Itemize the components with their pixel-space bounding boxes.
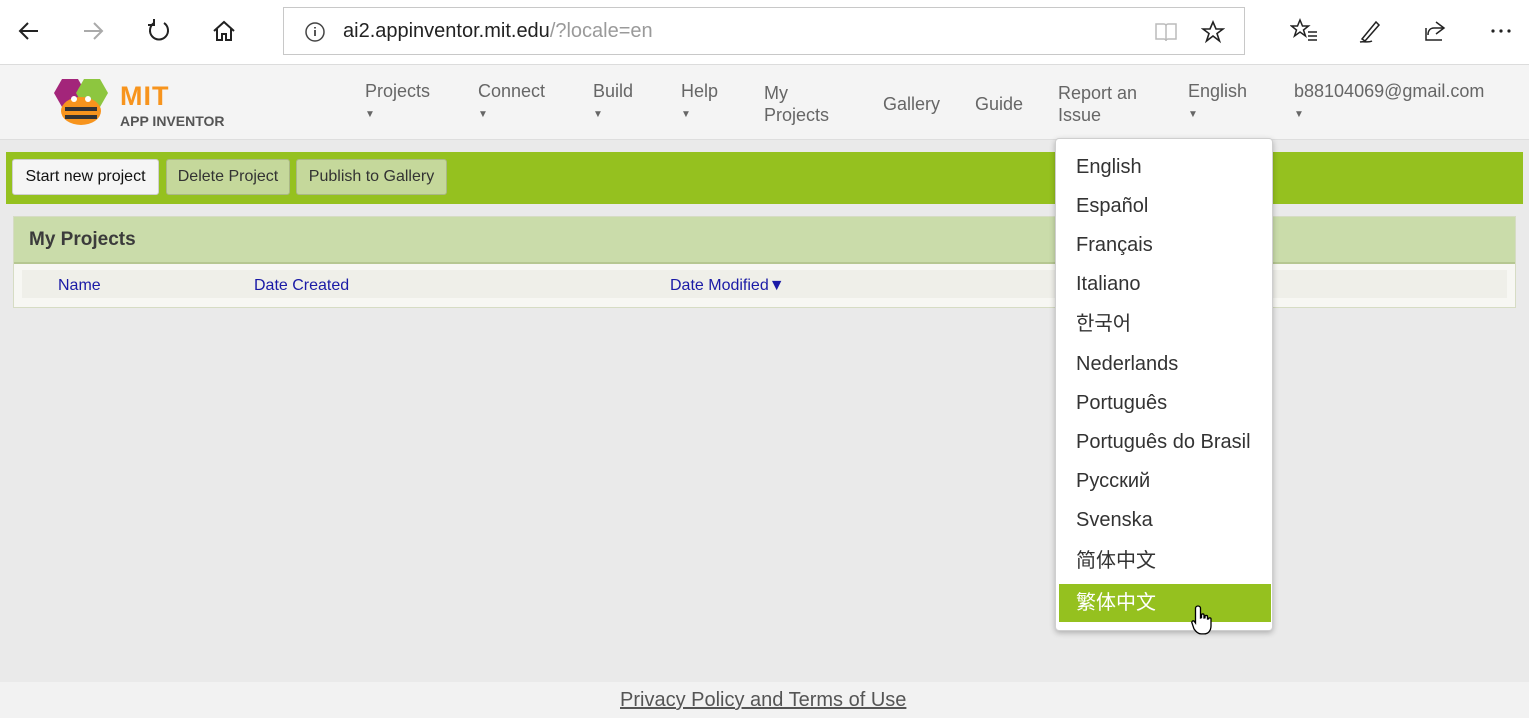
share-icon[interactable]: [1418, 14, 1452, 48]
pen-icon[interactable]: [1353, 14, 1387, 48]
publish-to-gallery-button[interactable]: Publish to Gallery: [296, 159, 447, 195]
hand-pointer-cursor-icon: [1190, 604, 1216, 641]
language-option[interactable]: Português do Brasil: [1059, 423, 1271, 461]
language-option[interactable]: 한국어: [1059, 305, 1271, 343]
url-query: /?locale=en: [549, 20, 653, 42]
nav-account-label: b88104069@gmail.com: [1294, 81, 1485, 101]
nav-report-line1: Report an: [1058, 83, 1138, 103]
nav-gallery-label: Gallery: [883, 94, 941, 114]
logo-mit-text: MIT: [120, 81, 170, 111]
language-option[interactable]: Português: [1059, 384, 1271, 422]
column-name[interactable]: Name: [58, 277, 101, 295]
info-icon[interactable]: [304, 21, 326, 48]
logo-app-inventor-text: APP INVENTOR: [120, 113, 225, 129]
page-footer: Privacy Policy and Terms of Use: [0, 682, 1529, 718]
caret-down-icon: ▼: [593, 109, 603, 120]
nav-language[interactable]: English ▼: [1188, 80, 1247, 126]
language-dropdown-menu: English Español Français Italiano 한국어 Ne…: [1055, 138, 1273, 631]
language-option[interactable]: Nederlands: [1059, 345, 1271, 383]
nav-projects[interactable]: Projects ▼: [365, 80, 430, 126]
nav-gallery[interactable]: Gallery: [883, 93, 940, 115]
privacy-policy-link[interactable]: Privacy Policy and Terms of Use: [620, 689, 906, 712]
app-header: MIT APP INVENTOR Projects ▼ Connect ▼ Bu…: [0, 65, 1529, 140]
nav-help-label: Help: [681, 81, 719, 101]
address-bar[interactable]: ai2.appinventor.mit.edu/?locale=en: [283, 7, 1245, 55]
language-option[interactable]: 简体中文: [1059, 542, 1271, 580]
caret-down-icon: ▼: [365, 109, 375, 120]
caret-down-icon: ▼: [478, 109, 488, 120]
projects-panel: My Projects Name Date Created Date Modif…: [13, 216, 1516, 308]
sort-descending-icon: ▼: [768, 277, 785, 294]
app-inventor-logo[interactable]: MIT APP INVENTOR: [48, 71, 248, 133]
language-option[interactable]: English: [1059, 148, 1271, 186]
nav-connect[interactable]: Connect ▼: [478, 80, 545, 126]
nav-connect-label: Connect: [478, 81, 546, 101]
home-icon[interactable]: [207, 14, 241, 48]
url-host: ai2.appinventor.mit.edu: [343, 20, 550, 42]
caret-down-icon: ▼: [1294, 109, 1304, 120]
caret-down-icon: ▼: [1188, 109, 1198, 120]
nav-report-line2: Issue: [1058, 105, 1102, 125]
nav-guide-label: Guide: [975, 94, 1024, 114]
projects-panel-title: My Projects: [14, 217, 1515, 264]
nav-help[interactable]: Help ▼: [681, 80, 718, 126]
nav-language-label: English: [1188, 81, 1248, 101]
caret-down-icon: ▼: [681, 109, 691, 120]
language-option[interactable]: Español: [1059, 187, 1271, 225]
favorite-star-icon[interactable]: [1200, 19, 1226, 49]
nav-account[interactable]: b88104069@gmail.com ▼: [1294, 80, 1484, 126]
language-option[interactable]: Русский: [1059, 462, 1271, 500]
nav-projects-label: Projects: [365, 81, 431, 101]
language-option[interactable]: Italiano: [1059, 265, 1271, 303]
nav-build-label: Build: [593, 81, 634, 101]
nav-build[interactable]: Build ▼: [593, 80, 633, 126]
reading-view-icon[interactable]: [1154, 21, 1178, 48]
refresh-icon[interactable]: [142, 14, 176, 48]
language-option[interactable]: Svenska: [1059, 501, 1271, 539]
favorites-list-icon[interactable]: [1287, 14, 1321, 48]
nav-my-projects-line2: Projects: [764, 105, 830, 125]
language-option-selected[interactable]: 繁体中文: [1059, 584, 1271, 622]
forward-arrow-icon[interactable]: [76, 14, 110, 48]
more-icon[interactable]: [1484, 14, 1518, 48]
column-date-modified[interactable]: Date Modified▼: [670, 277, 785, 295]
column-date-modified-label: Date Modified: [670, 277, 769, 294]
bee-icon: [54, 79, 108, 125]
start-new-project-button[interactable]: Start new project: [12, 159, 159, 195]
nav-my-projects[interactable]: My Projects: [764, 82, 829, 126]
projects-table-header: Name Date Created Date Modified▼: [22, 270, 1507, 298]
delete-project-button[interactable]: Delete Project: [166, 159, 290, 195]
back-arrow-icon[interactable]: [12, 14, 46, 48]
language-option[interactable]: Français: [1059, 226, 1271, 264]
browser-toolbar: ai2.appinventor.mit.edu/?locale=en: [0, 0, 1529, 65]
project-toolbar: Start new project Delete Project Publish…: [6, 152, 1523, 204]
url-text: ai2.appinventor.mit.edu/?locale=en: [343, 20, 653, 43]
nav-guide[interactable]: Guide: [975, 93, 1023, 115]
nav-my-projects-line1: My: [764, 83, 788, 103]
column-date-created[interactable]: Date Created: [254, 277, 349, 295]
nav-report-issue[interactable]: Report an Issue: [1058, 82, 1137, 126]
